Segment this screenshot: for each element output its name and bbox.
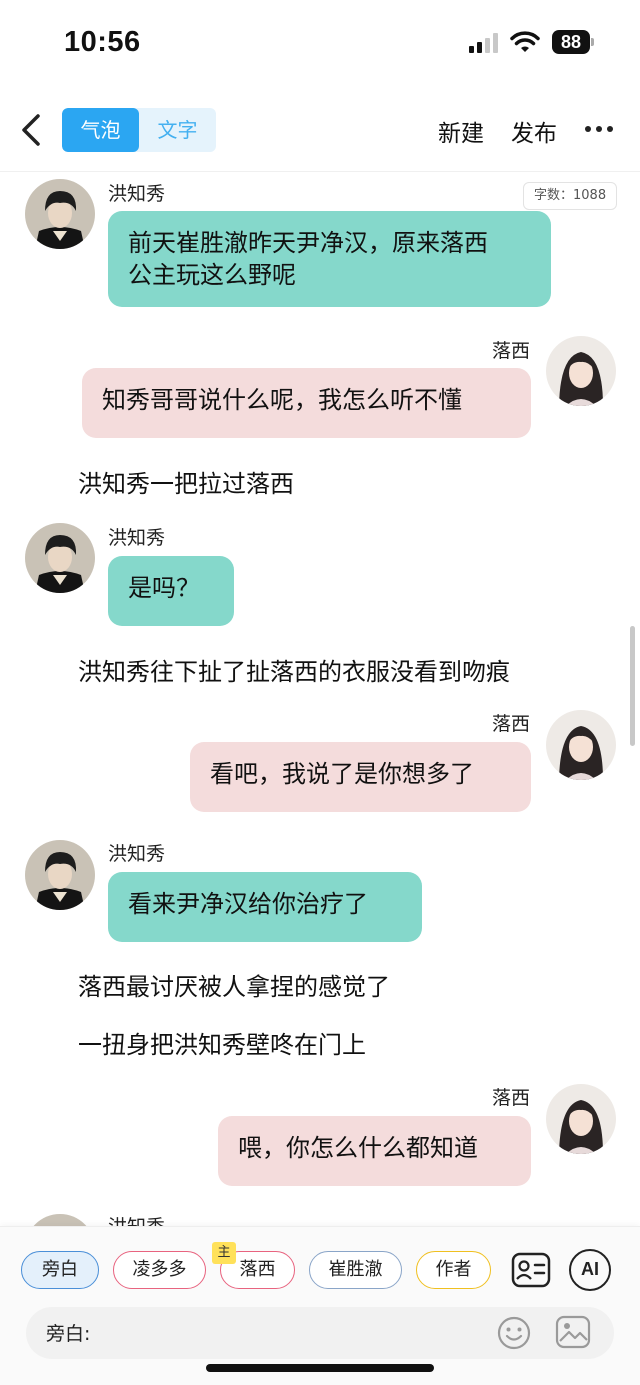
narration-text[interactable]: 洪知秀往下扯了扯落西的衣服没看到吻痕 (78, 652, 510, 687)
avatar[interactable] (25, 523, 95, 593)
speaker-name: 落西 (491, 340, 530, 362)
avatar-female-icon (546, 710, 616, 780)
avatar[interactable] (546, 1084, 616, 1154)
battery-level: 88 (552, 30, 590, 54)
character-ling-duoduo[interactable]: 凌多多 (113, 1251, 206, 1289)
input-speaker-label: 旁白: (46, 1323, 91, 1345)
narration-text[interactable]: 落西最讨厌被人拿捏的感觉了 (78, 967, 390, 1002)
input-bar: 旁白: (26, 1307, 614, 1359)
new-button[interactable]: 新建 (438, 114, 484, 148)
speaker-name: 洪知秀 (108, 1212, 165, 1226)
image-icon[interactable] (554, 1313, 592, 1351)
signal-icon (469, 33, 498, 53)
speaker-name: 落西 (491, 1087, 530, 1109)
scrollbar[interactable] (630, 626, 635, 746)
speaker-name: 洪知秀 (108, 843, 166, 865)
character-author[interactable]: 作者 (416, 1251, 491, 1289)
speaker-name: 落西 (491, 713, 530, 735)
word-count-badge: 字数：1088 (523, 182, 618, 210)
tab-text[interactable]: 文字 (139, 108, 216, 152)
avatar-female-icon (546, 1084, 616, 1154)
ai-button[interactable]: AI (569, 1249, 611, 1291)
avatar-male-icon (25, 840, 95, 910)
character-narrator[interactable]: 旁白 (21, 1251, 99, 1289)
message-bubble[interactable]: 喂，你怎么什么都知道 (218, 1116, 531, 1186)
bottom-panel: 旁白 凌多多 主 落西 崔胜澈 作者 AI 旁白: (0, 1226, 640, 1385)
emoji-icon[interactable] (496, 1315, 532, 1351)
message-input[interactable] (112, 1315, 492, 1351)
message-bubble[interactable]: 看吧，我说了是你想多了 (190, 742, 531, 812)
mode-toggle: 气泡 文字 (62, 108, 216, 152)
narration-text[interactable]: 洪知秀一把拉过落西 (78, 464, 294, 499)
avatar-female-icon (546, 336, 616, 406)
status-time: 10:56 (64, 26, 141, 58)
character-cui-shengche[interactable]: 崔胜澈 (309, 1251, 402, 1289)
tab-bubble[interactable]: 气泡 (62, 108, 139, 152)
message-bubble[interactable]: 看来尹净汉给你治疗了 (108, 872, 422, 942)
narration-text[interactable]: 一扭身把洪知秀壁咚在门上 (78, 1025, 366, 1060)
back-arrow-icon[interactable] (16, 110, 48, 150)
status-bar: 10:56 88 (0, 0, 640, 86)
avatar-male-icon (25, 179, 95, 249)
more-icon[interactable] (584, 124, 614, 134)
avatar[interactable] (25, 1214, 95, 1226)
avatar[interactable] (25, 840, 95, 910)
speaker-name: 洪知秀 (108, 527, 166, 549)
nav-bar: 气泡 文字 新建 发布 (0, 86, 640, 172)
battery-icon: 88 (552, 30, 594, 54)
wifi-icon (510, 31, 540, 52)
home-indicator[interactable] (206, 1364, 434, 1372)
message-bubble[interactable]: 是吗？ (108, 556, 234, 626)
avatar[interactable] (25, 179, 95, 249)
publish-button[interactable]: 发布 (511, 114, 557, 148)
avatar[interactable] (546, 336, 616, 406)
speaker-name: 洪知秀 (108, 183, 166, 205)
character-card-icon[interactable] (510, 1249, 552, 1291)
chat-area[interactable]: 字数：1088 洪知秀 前天崔胜澈昨天尹净汉，原来落西 公主玩这么野呢 落西 知… (0, 172, 640, 1226)
main-character-badge: 主 (212, 1242, 236, 1264)
message-bubble[interactable]: 知秀哥哥说什么呢，我怎么听不懂 (82, 368, 531, 438)
message-bubble[interactable]: 前天崔胜澈昨天尹净汉，原来落西 公主玩这么野呢 (108, 211, 551, 307)
avatar-male-icon (25, 1214, 95, 1226)
avatar[interactable] (546, 710, 616, 780)
avatar-male-icon (25, 523, 95, 593)
